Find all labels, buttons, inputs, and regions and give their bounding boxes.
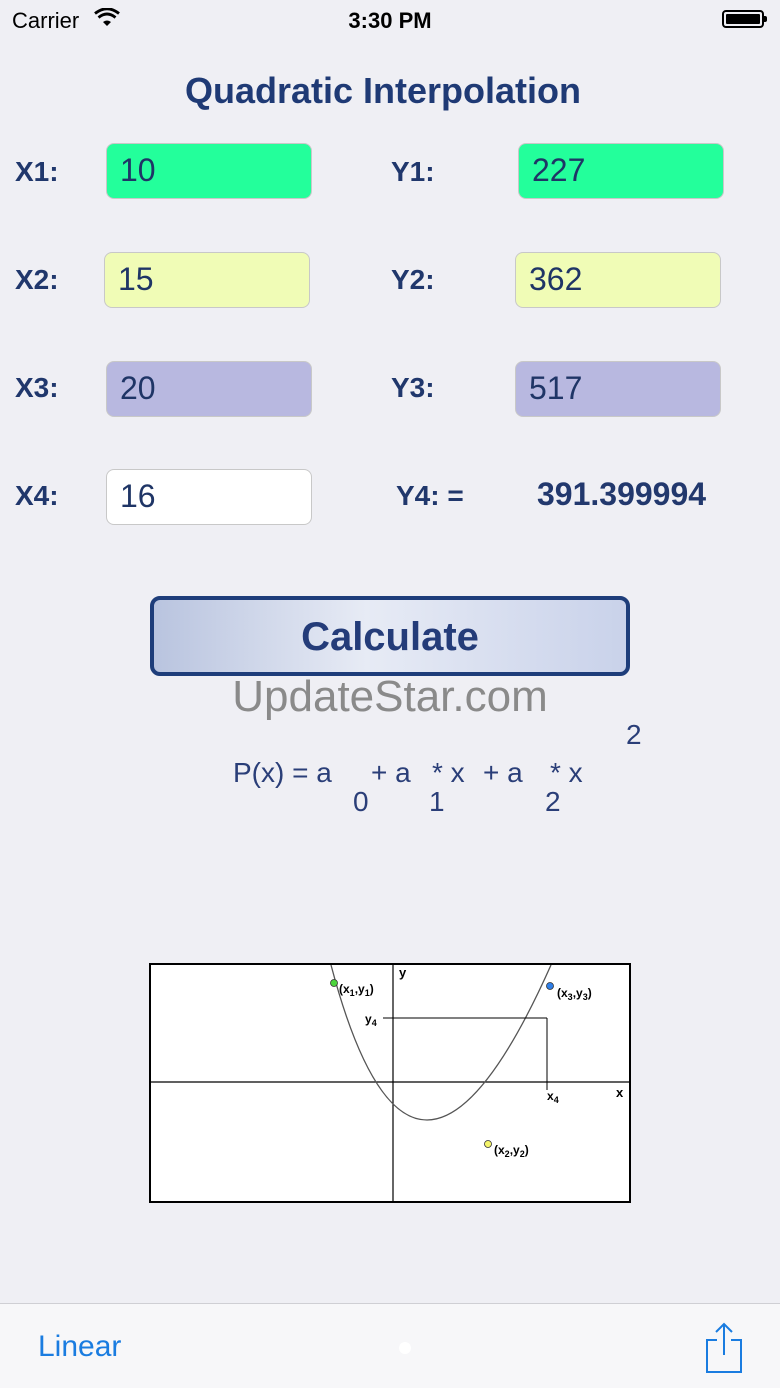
x3-field[interactable]: 20 [106, 361, 312, 417]
formula-times2: * x [550, 757, 583, 788]
y2-field[interactable]: 362 [515, 252, 721, 308]
y3-field[interactable]: 517 [515, 361, 721, 417]
x1-field[interactable]: 10 [106, 143, 312, 199]
formula-superscript: 2 [626, 719, 642, 750]
x2-label: X2: [15, 264, 59, 295]
y1-field[interactable]: 227 [518, 143, 724, 199]
y4-label: Y4: = [396, 480, 464, 511]
formula-main: P(x) = a [233, 757, 332, 788]
calculate-button[interactable]: Calculate [150, 596, 630, 676]
y1-label: Y1: [391, 156, 435, 187]
x1-label: X1: [15, 156, 59, 187]
x4-label: X4: [15, 480, 59, 511]
x3-label: X3: [15, 372, 59, 403]
bottom-toolbar: Linear [0, 1303, 780, 1388]
axis-x-label: x [616, 1085, 624, 1100]
point-1 [330, 979, 338, 987]
point-3 [546, 982, 554, 990]
x2-field[interactable]: 15 [104, 252, 310, 308]
point-2-label: (x2,y2) [494, 1143, 529, 1159]
page-title: Quadratic Interpolation [184, 70, 582, 111]
formula-sub0: 0 [353, 786, 369, 817]
formula-plus2: + a [483, 757, 523, 788]
x4-marker-label: x4 [547, 1089, 559, 1105]
formula-sub2: 2 [545, 786, 561, 817]
share-icon[interactable] [704, 1322, 744, 1374]
status-bar: Carrier 3:30 PM [0, 0, 780, 40]
page-indicator-dot [399, 1342, 411, 1354]
y3-label: Y3: [391, 372, 435, 403]
formula-plus1: + a [371, 757, 411, 788]
point-3-label: (x3,y3) [557, 986, 592, 1002]
y4-marker-label: y4 [365, 1012, 377, 1028]
y4-result: 391.399994 [537, 476, 707, 512]
battery-icon [722, 10, 767, 28]
linear-button[interactable]: Linear [38, 1330, 121, 1364]
formula-sub1: 1 [429, 786, 445, 817]
axis-y-label: y [399, 965, 407, 980]
x4-field[interactable]: 16 [106, 469, 312, 525]
point-1-label: (x1,y1) [339, 982, 374, 998]
clock: 3:30 PM [348, 8, 432, 33]
watermark: UpdateStar.com [232, 672, 548, 721]
y2-label: Y2: [391, 264, 435, 295]
formula-times1: * x [432, 757, 465, 788]
parabola-diagram: y x (x1,y1) (x3,y3) (x2,y2) y4 x4 [149, 963, 631, 1203]
point-2 [484, 1140, 492, 1148]
